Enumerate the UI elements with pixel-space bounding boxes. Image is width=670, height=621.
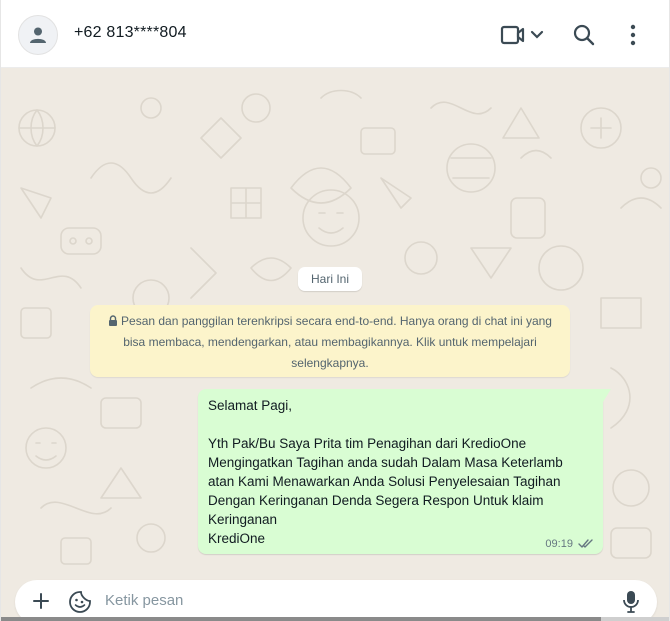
bubble-tail	[603, 389, 611, 402]
message-text: Selamat Pagi, Yth Pak/Bu Saya Prita tim …	[208, 398, 563, 546]
microphone-icon[interactable]	[622, 590, 640, 614]
outgoing-message[interactable]: Selamat Pagi, Yth Pak/Bu Saya Prita tim …	[198, 389, 611, 554]
message-input[interactable]: Ketik pesan	[105, 592, 183, 609]
chat-window: +62 813****804 Hari Ini Pesan dan panggi…	[0, 0, 670, 621]
lock-icon	[109, 315, 118, 326]
encryption-notice[interactable]: Pesan dan panggilan terenkripsi secara e…	[90, 305, 570, 377]
search-button[interactable]	[572, 22, 596, 48]
contact-avatar[interactable]	[18, 15, 58, 55]
chat-header: +62 813****804	[1, 0, 669, 68]
message-list[interactable]: Hari Ini Pesan dan panggilan terenkripsi…	[1, 68, 669, 578]
more-vertical-icon	[630, 24, 636, 46]
plus-icon[interactable]	[32, 592, 50, 610]
chevron-down-icon	[530, 30, 544, 39]
person-icon	[30, 27, 46, 43]
composer-bar: Ketik pesan	[1, 578, 669, 621]
horizontal-scrollbar-thumb[interactable]	[1, 617, 601, 621]
encryption-notice-text: Pesan dan panggilan terenkripsi secara e…	[121, 314, 552, 370]
video-camera-icon	[500, 25, 544, 45]
date-separator: Hari Ini	[298, 267, 362, 291]
search-icon	[573, 24, 595, 46]
contact-name[interactable]: +62 813****804	[74, 24, 187, 42]
message-time: 09:19	[545, 538, 573, 550]
composer-box: Ketik pesan	[15, 580, 657, 621]
message-meta: 09:19	[545, 538, 594, 550]
video-call-button[interactable]	[500, 22, 548, 48]
sticker-icon[interactable]	[68, 590, 92, 614]
double-check-icon	[578, 539, 593, 548]
menu-button[interactable]	[623, 22, 643, 48]
